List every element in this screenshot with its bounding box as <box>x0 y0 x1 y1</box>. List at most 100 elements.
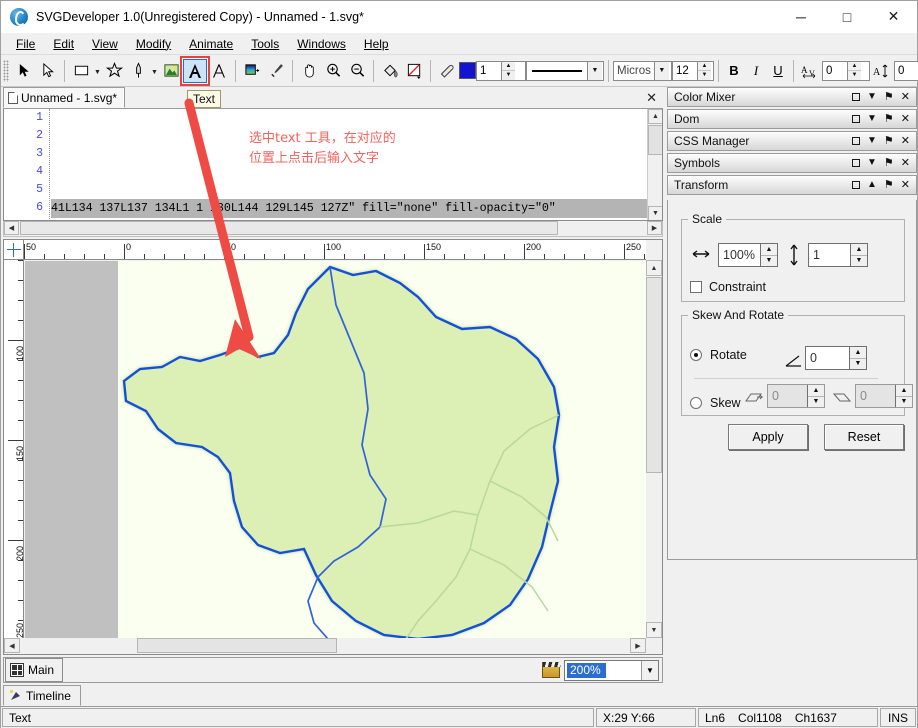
canvas-scroll-right-icon[interactable]: ▶ <box>630 638 646 653</box>
editor-horizontal-scroll-thumb[interactable] <box>20 221 558 235</box>
select-arrow-tool-icon[interactable] <box>12 59 36 83</box>
font-size-down-icon[interactable]: ▼ <box>698 71 711 80</box>
panel-restore-icon[interactable] <box>852 181 860 189</box>
menu-animate[interactable]: Animate <box>180 35 242 53</box>
close-button[interactable]: ✕ <box>870 1 917 32</box>
skew-radio[interactable] <box>690 397 702 409</box>
editor-scroll-right-icon[interactable]: ▶ <box>647 221 662 235</box>
drawing-canvas[interactable] <box>25 261 646 638</box>
canvas-scroll-up-icon[interactable]: ▲ <box>646 260 662 276</box>
eraser-tool-icon[interactable] <box>435 59 459 83</box>
document-tab[interactable]: Unnamed - 1.svg* <box>3 87 126 108</box>
panel-restore-icon[interactable] <box>852 137 860 145</box>
timeline-tab[interactable]: Timeline <box>3 685 81 706</box>
skew-x-input[interactable]: 0 ▲ ▼ <box>767 384 825 408</box>
letter-spacing-spin-buttons[interactable]: ▲ ▼ <box>847 61 861 80</box>
panel-pin-icon[interactable]: ⚑ <box>884 135 894 147</box>
gradient-tool-icon[interactable] <box>240 59 264 83</box>
canvas-vertical-scrollbar[interactable]: ▲ ▼ <box>646 260 662 638</box>
editor-scroll-up-icon[interactable]: ▲ <box>648 109 662 124</box>
underline-button[interactable]: U <box>767 60 789 82</box>
font-family-dropdown-icon[interactable]: ▼ <box>653 61 669 80</box>
eyedropper-tool-icon[interactable] <box>264 59 288 83</box>
scale-y-input[interactable]: 1 ▲ ▼ <box>808 243 868 267</box>
stroke-width-up-icon[interactable]: ▲ <box>502 62 515 71</box>
canvas-scroll-down-icon[interactable]: ▼ <box>646 622 662 638</box>
code-text-area[interactable]: 41L134 137L137 134L1 1 130L144 129L145 1… <box>51 109 648 220</box>
fill-color-swatch[interactable] <box>459 62 476 79</box>
menu-view[interactable]: View <box>83 35 127 53</box>
pen-tool-icon[interactable] <box>126 59 150 83</box>
panel-close-icon[interactable]: ✕ <box>901 113 910 125</box>
svg-page-sheet[interactable] <box>118 261 646 638</box>
zoom-in-tool-icon[interactable] <box>321 59 345 83</box>
vertical-ruler[interactable]: 100 150 200 250 <box>4 260 24 638</box>
zoom-value[interactable]: 200% <box>567 662 606 678</box>
panel-header-css-manager[interactable]: CSS Manager ▼ ⚑ ✕ <box>667 131 917 151</box>
paint-bucket-tool-icon[interactable] <box>378 59 402 83</box>
italic-button[interactable]: I <box>745 60 767 82</box>
image-tool-icon[interactable] <box>159 59 183 83</box>
zoom-out-tool-icon[interactable] <box>345 59 369 83</box>
document-close-icon[interactable]: ✕ <box>646 90 657 106</box>
no-stroke-tool-icon[interactable] <box>402 59 426 83</box>
panel-pin-icon[interactable]: ⚑ <box>884 179 894 191</box>
constraint-checkbox-row[interactable]: Constraint <box>690 280 766 294</box>
bold-button[interactable]: B <box>723 60 745 82</box>
rotate-angle-input[interactable]: 0 ▲ ▼ <box>805 346 867 370</box>
reset-button[interactable]: Reset <box>824 424 904 450</box>
skew-y-up-icon[interactable]: ▲ <box>896 385 912 397</box>
canvas-horizontal-scroll-thumb[interactable] <box>137 638 337 653</box>
panel-close-icon[interactable]: ✕ <box>901 135 910 147</box>
panel-pin-icon[interactable]: ⚑ <box>884 91 894 103</box>
menu-edit[interactable]: Edit <box>44 35 83 53</box>
zoom-combo[interactable]: 200% ▼ <box>564 659 659 681</box>
panel-restore-icon[interactable] <box>852 159 860 167</box>
maximize-button[interactable]: □ <box>824 1 870 32</box>
panel-pin-icon[interactable]: ⚑ <box>884 157 894 169</box>
direct-select-tool-icon[interactable] <box>36 59 60 83</box>
font-size-spin-buttons[interactable]: ▲ ▼ <box>697 61 711 80</box>
panel-header-transform[interactable]: Transform ▲ ⚑ ✕ <box>667 175 917 195</box>
zoom-dropdown-icon[interactable]: ▼ <box>641 660 658 680</box>
panel-restore-icon[interactable] <box>852 93 860 101</box>
clapper-board-icon[interactable] <box>542 662 561 678</box>
stroke-style-dropdown-icon[interactable]: ▼ <box>587 61 602 80</box>
code-editor[interactable]: 1 2 3 4 5 6 41L134 137L137 134L1 1 130L1… <box>3 109 663 221</box>
panel-collapse-icon[interactable]: ▼ <box>867 114 877 124</box>
map-shape-graphic[interactable] <box>118 261 646 638</box>
font-size-up-icon[interactable]: ▲ <box>698 62 711 71</box>
map-region-fill[interactable] <box>122 265 561 638</box>
editor-vertical-scrollbar[interactable]: ▲ ▼ <box>647 109 662 220</box>
hand-tool-icon[interactable] <box>297 59 321 83</box>
canvas-horizontal-scrollbar[interactable]: ◀ ▶ <box>4 638 646 654</box>
letter-spacing-stepper[interactable]: 0 ▲ ▼ <box>822 60 870 81</box>
panel-collapse-icon[interactable]: ▼ <box>867 92 877 102</box>
menu-help[interactable]: Help <box>355 35 398 53</box>
skew-y-input[interactable]: 0 ▲ ▼ <box>855 384 913 408</box>
scale-y-spin-buttons[interactable]: ▲ ▼ <box>850 244 867 266</box>
editor-scroll-left-icon[interactable]: ◀ <box>4 221 19 235</box>
skew-y-down-icon[interactable]: ▼ <box>896 396 912 407</box>
letter-spacing-up-icon[interactable]: ▲ <box>848 62 861 71</box>
line-spacing-stepper[interactable]: 0 ▲▼ <box>894 60 918 81</box>
scale-y-down-icon[interactable]: ▼ <box>851 255 867 266</box>
horizontal-ruler[interactable]: 50 0 50 100 150 200 250 <box>24 240 646 260</box>
panel-collapse-icon[interactable]: ▼ <box>867 158 877 168</box>
panel-close-icon[interactable]: ✕ <box>901 91 910 103</box>
stroke-width-down-icon[interactable]: ▼ <box>502 71 515 80</box>
editor-horizontal-scrollbar[interactable]: ◀ ▶ <box>3 221 663 237</box>
skew-x-spin-buttons[interactable]: ▲ ▼ <box>807 385 824 407</box>
ruler-origin-box[interactable] <box>4 240 24 260</box>
panel-close-icon[interactable]: ✕ <box>901 179 910 191</box>
skew-radio-row[interactable]: Skew <box>690 396 741 410</box>
text-outline-tool-icon[interactable] <box>207 59 231 83</box>
stroke-style-combo[interactable]: ▼ <box>526 60 604 81</box>
rotate-radio-row[interactable]: Rotate <box>690 348 747 362</box>
menu-modify[interactable]: Modify <box>127 35 180 53</box>
scale-x-up-icon[interactable]: ▲ <box>761 244 777 256</box>
skew-x-up-icon[interactable]: ▲ <box>808 385 824 397</box>
scale-y-up-icon[interactable]: ▲ <box>851 244 867 256</box>
panel-close-icon[interactable]: ✕ <box>901 157 910 169</box>
rectangle-tool-icon[interactable] <box>69 59 93 83</box>
